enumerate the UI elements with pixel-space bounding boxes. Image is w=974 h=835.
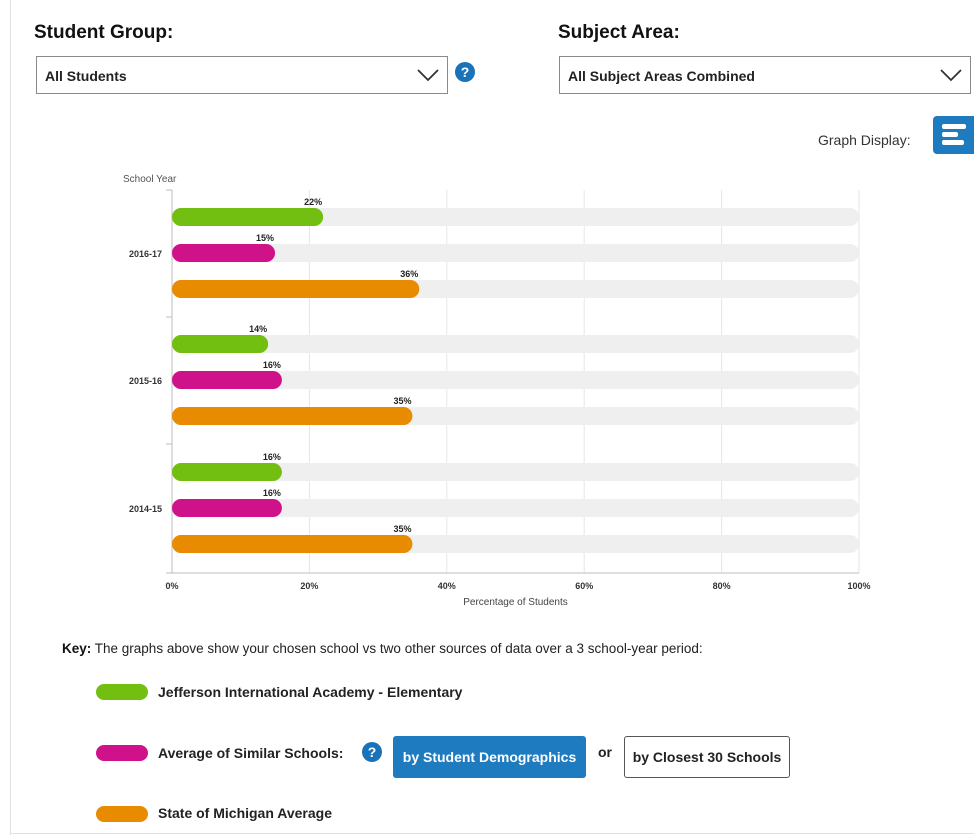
legend-swatch-similar: [96, 745, 148, 761]
bar-track: [172, 335, 859, 353]
or-label: or: [598, 744, 612, 760]
key-text: The graphs above show your chosen school…: [91, 641, 703, 656]
x-tick-label: 100%: [847, 581, 870, 591]
panel-bottom-border: [10, 833, 974, 834]
bar: [172, 407, 413, 425]
key-description: Key: The graphs above show your chosen s…: [62, 641, 703, 656]
data-label: 14%: [249, 324, 267, 334]
data-label: 36%: [400, 269, 418, 279]
bar: [172, 463, 282, 481]
bar: [172, 280, 420, 298]
legend-swatch-school: [96, 684, 148, 700]
key-prefix: Key:: [62, 641, 92, 656]
bar: [172, 335, 269, 353]
y-category-label: 2015-16: [129, 376, 162, 386]
y-category-label: 2014-15: [129, 504, 162, 514]
legend-swatch-state: [96, 806, 148, 822]
legend-label-school: Jefferson International Academy - Elemen…: [158, 684, 463, 700]
data-label: 16%: [263, 488, 281, 498]
bar: [172, 499, 282, 517]
x-axis-title: Percentage of Students: [463, 597, 568, 608]
bar: [172, 535, 413, 553]
data-label: 15%: [256, 233, 274, 243]
data-label: 35%: [393, 396, 411, 406]
x-tick-label: 60%: [575, 581, 593, 591]
x-tick-label: 20%: [300, 581, 318, 591]
data-label: 16%: [263, 360, 281, 370]
bar: [172, 244, 276, 262]
data-label: 35%: [393, 524, 411, 534]
x-tick-label: 0%: [165, 581, 178, 591]
bar: [172, 208, 324, 226]
data-label: 16%: [263, 452, 281, 462]
bar: [172, 371, 282, 389]
bar-chart: School Year 0% 20% 40% 60% 80% 100% Percentage …: [123, 174, 871, 608]
data-label: 22%: [304, 197, 322, 207]
similar-schools-help-icon[interactable]: ?: [362, 742, 382, 762]
by-student-demographics-button[interactable]: by Student Demographics: [393, 736, 586, 778]
x-tick-label: 80%: [713, 581, 731, 591]
y-category-label: 2016-17: [129, 249, 162, 259]
legend-label-state: State of Michigan Average: [158, 805, 333, 821]
legend-label-similar: Average of Similar Schools:: [158, 745, 344, 761]
y-axis-title: School Year: [123, 174, 177, 185]
x-tick-label: 40%: [438, 581, 456, 591]
by-closest-30-schools-button[interactable]: by Closest 30 Schools: [624, 736, 790, 778]
